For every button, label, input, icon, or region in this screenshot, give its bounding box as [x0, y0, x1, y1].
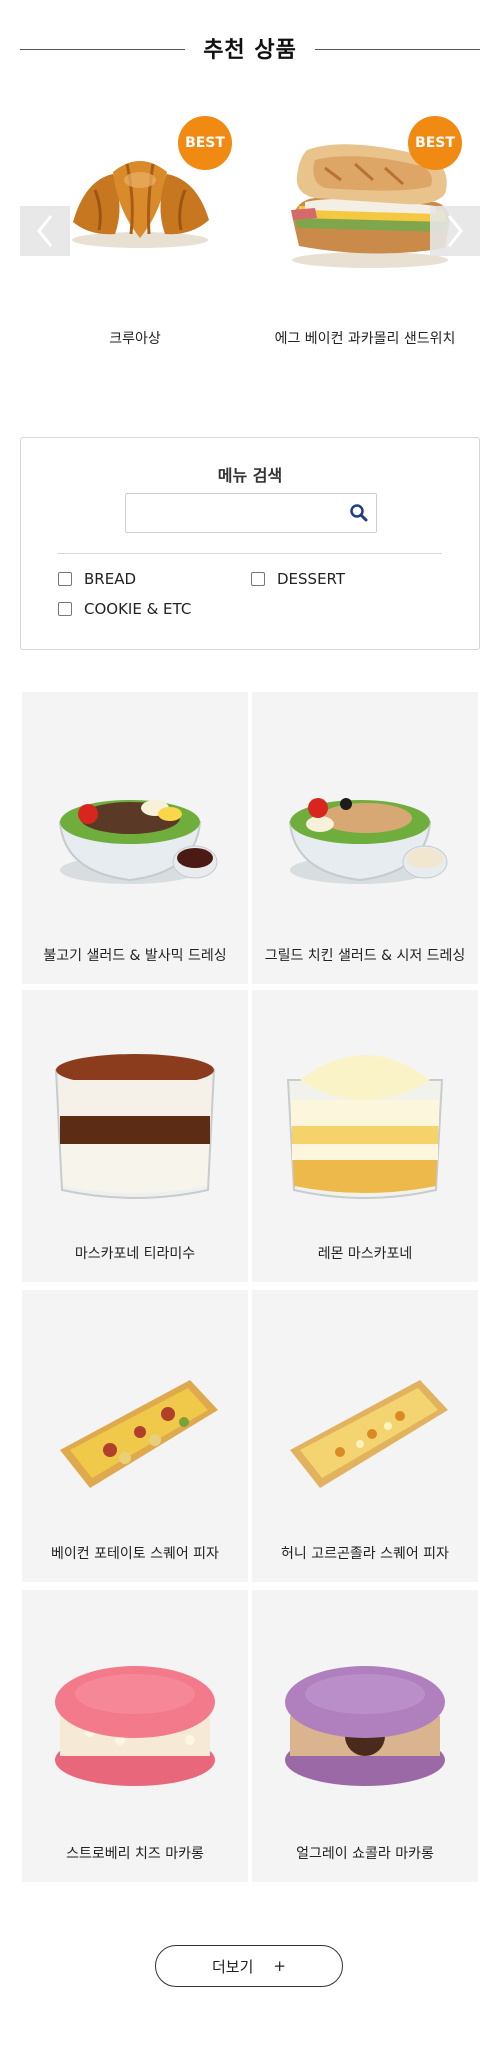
product-name[interactable]: 얼그레이 쇼콜라 마카롱 — [260, 1843, 470, 1863]
honey-pizza-image — [290, 1380, 448, 1488]
category-label: BREAD — [84, 570, 137, 588]
product-name[interactable]: 그릴드 치킨 샐러드 & 시저 드레싱 — [260, 945, 470, 965]
product-card[interactable]: 레몬 마스카포네 — [252, 990, 478, 1282]
strawberry-macaron-image — [55, 1666, 215, 1786]
recommended-item-name[interactable]: 에그 베이컨 과카몰리 샌드위치 — [250, 328, 480, 348]
carousel-next-button[interactable] — [430, 206, 480, 256]
title-divider-right — [315, 49, 480, 50]
category-label: COOKIE & ETC — [84, 600, 192, 618]
product-card[interactable]: 그릴드 치킨 샐러드 & 시저 드레싱 — [252, 692, 478, 984]
bacon-pizza-image — [60, 1380, 218, 1488]
carousel-prev-button[interactable] — [20, 206, 70, 256]
search-icon[interactable] — [348, 502, 370, 524]
category-checkbox-bread[interactable]: BREAD — [58, 570, 136, 588]
load-more-button[interactable]: 더보기 + — [155, 1945, 343, 1987]
chicken-salad-image — [288, 798, 448, 884]
product-name[interactable]: 스트로베리 치즈 마카롱 — [30, 1843, 240, 1863]
category-checkbox-cookie-etc[interactable]: COOKIE & ETC — [58, 600, 191, 618]
product-name[interactable]: 베이컨 포테이토 스퀘어 피자 — [30, 1543, 240, 1563]
recommended-title: 추천 상품 — [203, 38, 297, 63]
product-card[interactable]: 스트로베리 치즈 마카롱 — [22, 1590, 248, 1882]
bulgogi-salad-image — [58, 800, 218, 884]
load-more-label: 더보기 — [212, 1957, 254, 1976]
recommended-section-title: 추천 상품 — [20, 28, 480, 68]
search-divider — [58, 553, 442, 554]
category-label: DESSERT — [277, 570, 346, 588]
product-name[interactable]: 레몬 마스카포네 — [260, 1243, 470, 1263]
menu-search-panel: 메뉴 검색 BREAD DESSERT COOKIE & ETC — [20, 437, 480, 650]
product-name[interactable]: 허니 고르곤졸라 스퀘어 피자 — [260, 1543, 470, 1563]
chevron-left-icon — [37, 215, 53, 247]
product-card[interactable]: 얼그레이 쇼콜라 마카롱 — [252, 1590, 478, 1882]
product-card[interactable]: 불고기 샐러드 & 발사믹 드레싱 — [22, 692, 248, 984]
product-name[interactable]: 마스카포네 티라미수 — [30, 1243, 240, 1263]
lemon-mascarpone-image — [286, 1055, 444, 1199]
product-card[interactable]: 베이컨 포테이토 스퀘어 피자 — [22, 1290, 248, 1582]
best-badge: BEST — [178, 116, 232, 170]
product-card[interactable]: 허니 고르곤졸라 스퀘어 피자 — [252, 1290, 478, 1582]
plus-icon: + — [273, 1957, 286, 1975]
checkbox[interactable] — [251, 572, 265, 586]
search-input[interactable] — [126, 494, 352, 530]
checkbox[interactable] — [58, 572, 72, 586]
tiramisu-image — [54, 1054, 216, 1199]
earlgrey-macaron-image — [285, 1666, 445, 1786]
category-checkbox-dessert[interactable]: DESSERT — [251, 570, 345, 588]
menu-search-title: 메뉴 검색 — [217, 466, 283, 485]
recommended-carousel: BEST 크루아상 BEST 에그 베이컨 과카몰리 샌드위치 — [20, 110, 480, 360]
product-card[interactable]: 마스카포네 티라미수 — [22, 990, 248, 1282]
recommended-item-name[interactable]: 크루아상 — [20, 328, 250, 348]
product-name[interactable]: 불고기 샐러드 & 발사믹 드레싱 — [30, 945, 240, 965]
checkbox[interactable] — [58, 602, 72, 616]
best-badge: BEST — [408, 116, 462, 170]
chevron-right-icon — [447, 215, 463, 247]
search-field[interactable] — [125, 493, 377, 533]
